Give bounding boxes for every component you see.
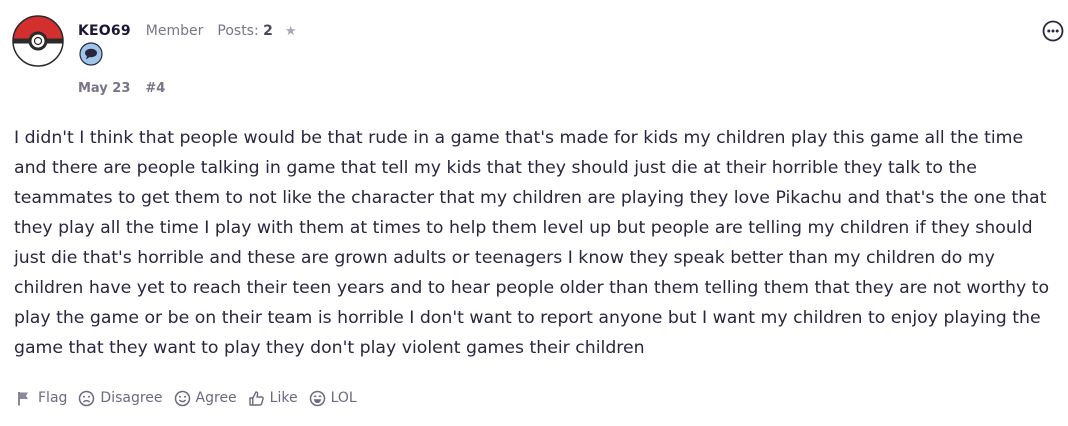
smile-face-icon: [174, 390, 190, 406]
agree-label: Agree: [195, 390, 237, 406]
flag-icon: [18, 391, 28, 405]
options-menu-icon[interactable]: [1042, 20, 1064, 42]
speech-bubble-icon[interactable]: [79, 42, 103, 66]
user-role: Member: [145, 23, 204, 39]
agree-button[interactable]: Agree: [174, 390, 237, 407]
posts-label: Posts:: [217, 23, 259, 39]
thumbs-up-icon: [248, 390, 264, 406]
username-link[interactable]: KEO69: [78, 23, 131, 39]
disagree-label: Disagree: [100, 390, 163, 406]
author-meta: KEO69 Member Posts: 2 ★: [78, 21, 297, 41]
disagree-button[interactable]: Disagree: [78, 390, 163, 407]
posts-count-value: 2: [263, 23, 273, 39]
like-label: Like: [269, 390, 298, 406]
star-icon: ★: [284, 23, 297, 39]
laughing-face-icon: [309, 390, 325, 406]
flag-button[interactable]: Flag: [16, 390, 67, 407]
user-avatar[interactable]: [12, 15, 64, 67]
lol-label: LOL: [330, 390, 357, 406]
post-count: Posts: 2: [217, 23, 273, 39]
lol-button[interactable]: LOL: [309, 390, 357, 407]
post-date-row: May 23 #4: [78, 79, 165, 97]
reaction-bar: Flag Disagree Agree Like LOL: [16, 388, 368, 408]
like-button[interactable]: Like: [248, 390, 298, 407]
frown-face-icon: [79, 390, 95, 406]
flag-label: Flag: [38, 390, 68, 406]
post-number[interactable]: #4: [145, 81, 165, 96]
post-date[interactable]: May 23: [78, 81, 130, 96]
post-body: I didn't I think that people would be th…: [14, 128, 1050, 358]
